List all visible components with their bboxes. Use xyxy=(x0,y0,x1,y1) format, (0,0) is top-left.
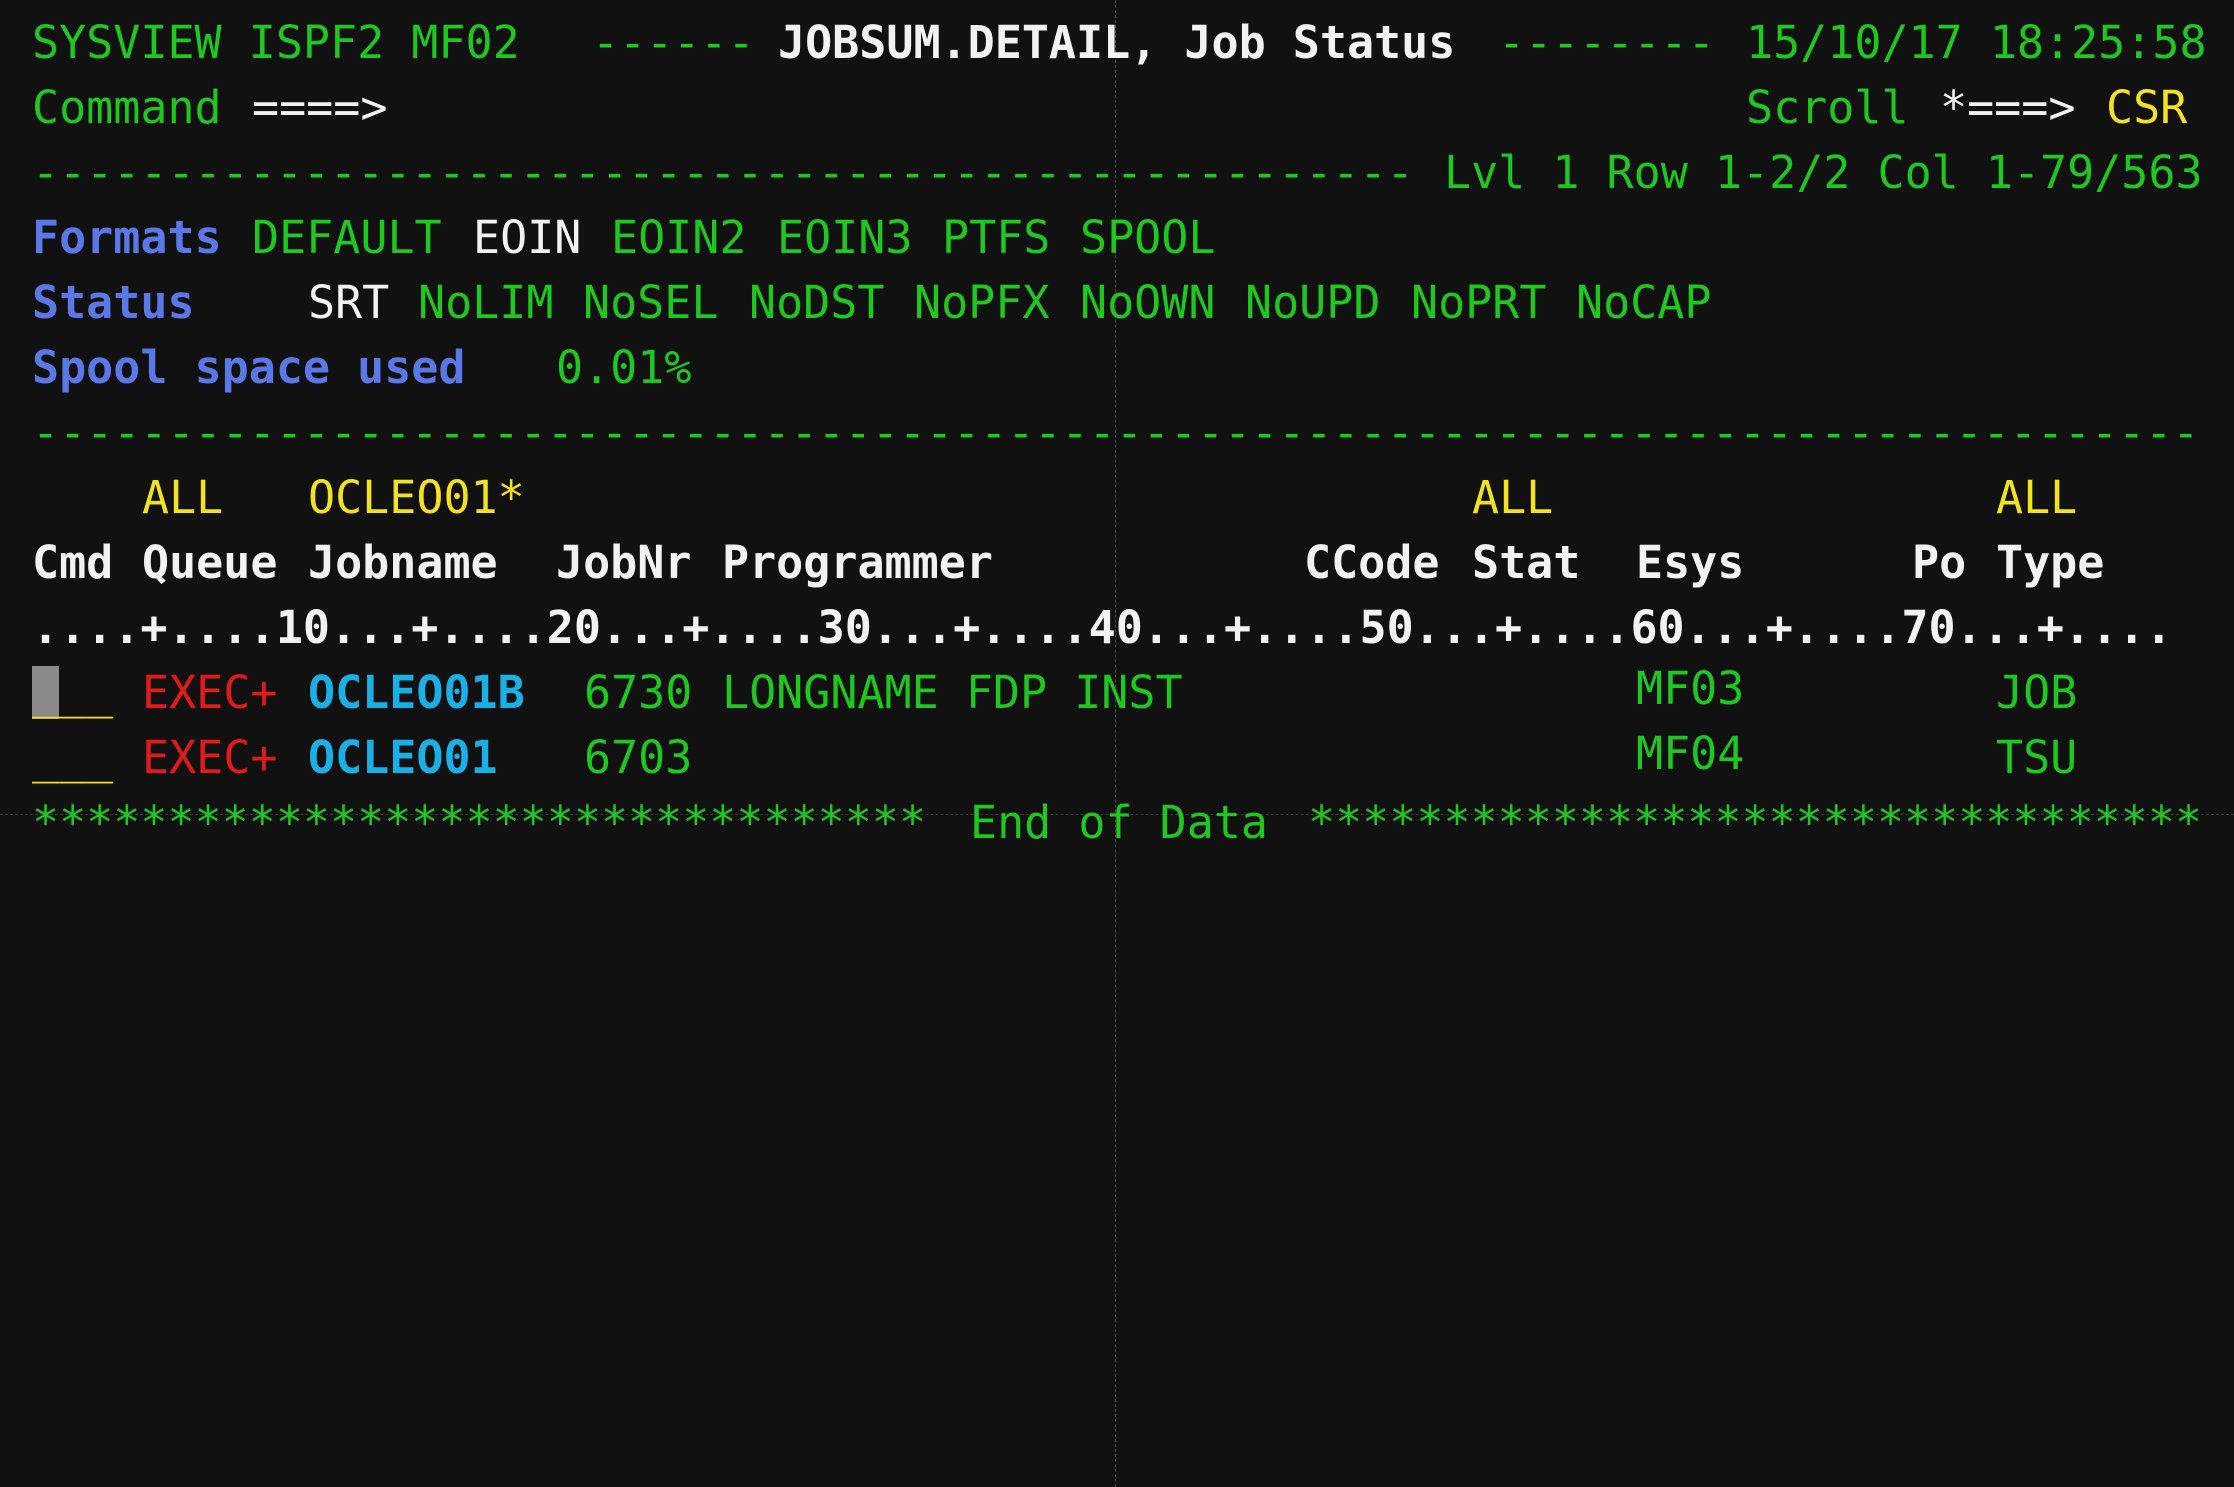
position-info: Lvl 1 Row 1-2/2 Col 1-79/563 xyxy=(1444,146,2203,199)
col-programmer[interactable]: Programmer xyxy=(722,530,993,595)
row-esys: MF04 xyxy=(1636,727,1745,780)
col-esys[interactable]: Esys xyxy=(1636,530,1744,595)
page-title: JOBSUM.DETAIL, Job Status xyxy=(778,16,1456,69)
spool-label: Spool space used xyxy=(32,341,466,394)
table-row[interactable]: ___ EXEC+ OCLEO01B 6730 LONGNAME FDP INS… xyxy=(32,660,2232,725)
row-jobname[interactable]: OCLEO01 xyxy=(308,725,498,790)
row-programmer: LONGNAME FDP INST xyxy=(722,666,1183,719)
row-jobnr: 6703 xyxy=(584,731,693,784)
col-stat[interactable]: Stat xyxy=(1472,530,1580,595)
status-noupd[interactable]: NoUPD xyxy=(1245,270,1380,335)
jobname-filter[interactable]: OCLEO01* xyxy=(308,465,525,530)
row-jobnr: 6730 xyxy=(584,666,693,719)
column-header-row: Cmd Queue Jobname JobNr Programmer CCode… xyxy=(32,530,2232,595)
text-cursor: _ xyxy=(32,666,60,719)
status-nosel[interactable]: NoSEL xyxy=(583,270,718,335)
info-dashes: ----------------------------------------… xyxy=(32,146,1414,199)
end-stars-right: ********************************* xyxy=(1308,796,2203,849)
formats-label: Formats xyxy=(32,211,222,264)
type-filter[interactable]: ALL xyxy=(1996,465,2077,530)
status-row: Status SRT NoLIM NoSEL NoDST NoPFX NoOWN… xyxy=(32,270,2232,335)
col-cmd[interactable]: Cmd xyxy=(32,530,113,595)
scroll-amount-field[interactable]: CSR xyxy=(2106,75,2187,140)
row-jobname[interactable]: OCLEO01B xyxy=(308,660,525,725)
status-nolim[interactable]: NoLIM xyxy=(418,270,553,335)
header-datetime: 15/10/17 18:25:58 xyxy=(1746,16,2207,69)
command-row: Command ====> Scroll *===> CSR xyxy=(32,75,2232,205)
filter-row: ALL OCLEO01* ALL ALL xyxy=(32,465,2232,530)
status-label: Status xyxy=(32,276,195,329)
col-jobnr[interactable]: JobNr xyxy=(556,530,691,595)
end-of-data-label: End of Data xyxy=(970,796,1269,849)
table-row[interactable]: ___ EXEC+ OCLEO01 6703 MF04 TSU xyxy=(32,725,2232,790)
status-nodst[interactable]: NoDST xyxy=(749,270,884,335)
status-nopfx[interactable]: NoPFX xyxy=(914,270,1049,335)
format-eoin3[interactable]: EOIN3 xyxy=(777,205,912,270)
terminal-screen: SYSVIEW ISPF2 MF02 ------ JOBSUM.DETAIL,… xyxy=(32,10,2232,855)
col-jobname[interactable]: Jobname xyxy=(308,530,498,595)
format-eoin[interactable]: EOIN xyxy=(473,205,581,270)
row-esys: MF03 xyxy=(1636,662,1745,715)
row-cmd-field[interactable]: ___ xyxy=(32,725,113,790)
col-queue[interactable]: Queue xyxy=(142,530,277,595)
column-ruler-row: ....+....10...+....20...+....30...+....4… xyxy=(32,595,2232,660)
row-type: JOB xyxy=(1996,666,2078,719)
format-eoin2[interactable]: EOIN2 xyxy=(611,205,746,270)
stat-filter[interactable]: ALL xyxy=(1472,465,1553,530)
scroll-label: Scroll xyxy=(1746,81,1909,134)
col-ccode[interactable]: CCode xyxy=(1304,530,1439,595)
separator-line: ----------------------------------------… xyxy=(32,406,2200,459)
status-srt[interactable]: SRT xyxy=(308,270,389,335)
format-ptfs[interactable]: PTFS xyxy=(942,205,1050,270)
separator-row: ----------------------------------------… xyxy=(32,400,2232,465)
spool-value: 0.01% xyxy=(556,341,692,394)
command-arrow: ====> xyxy=(252,81,388,134)
header-dashes-right: -------- xyxy=(1498,16,1715,69)
queue-filter[interactable]: ALL xyxy=(142,465,223,530)
end-stars-left: ********************************* xyxy=(32,796,927,849)
status-noprt[interactable]: NoPRT xyxy=(1411,270,1546,335)
status-nocap[interactable]: NoCAP xyxy=(1576,270,1711,335)
format-default[interactable]: DEFAULT xyxy=(252,205,442,270)
header-row: SYSVIEW ISPF2 MF02 ------ JOBSUM.DETAIL,… xyxy=(32,10,2232,75)
system-id: SYSVIEW ISPF2 MF02 xyxy=(32,16,520,69)
row-cmd-field[interactable]: ___ xyxy=(32,660,113,725)
format-spool[interactable]: SPOOL xyxy=(1080,205,1215,270)
row-queue: EXEC+ xyxy=(142,666,278,719)
spool-row: Spool space used 0.01% xyxy=(32,335,2232,400)
column-ruler: ....+....10...+....20...+....30...+....4… xyxy=(32,601,2173,654)
command-label: Command xyxy=(32,81,222,134)
formats-row: Formats DEFAULT EOIN EOIN2 EOIN3 PTFS SP… xyxy=(32,205,2232,270)
scroll-arrow: *===> xyxy=(1940,81,2076,134)
header-dashes-left: ------ xyxy=(592,16,755,69)
col-type[interactable]: Type xyxy=(1996,530,2104,595)
col-po[interactable]: Po xyxy=(1912,530,1966,595)
row-queue: EXEC+ xyxy=(142,731,278,784)
row-type: TSU xyxy=(1996,731,2078,784)
status-noown[interactable]: NoOWN xyxy=(1080,270,1215,335)
end-of-data-row: ********************************* End of… xyxy=(32,790,2232,855)
info-row: ----------------------------------------… xyxy=(32,140,2232,205)
